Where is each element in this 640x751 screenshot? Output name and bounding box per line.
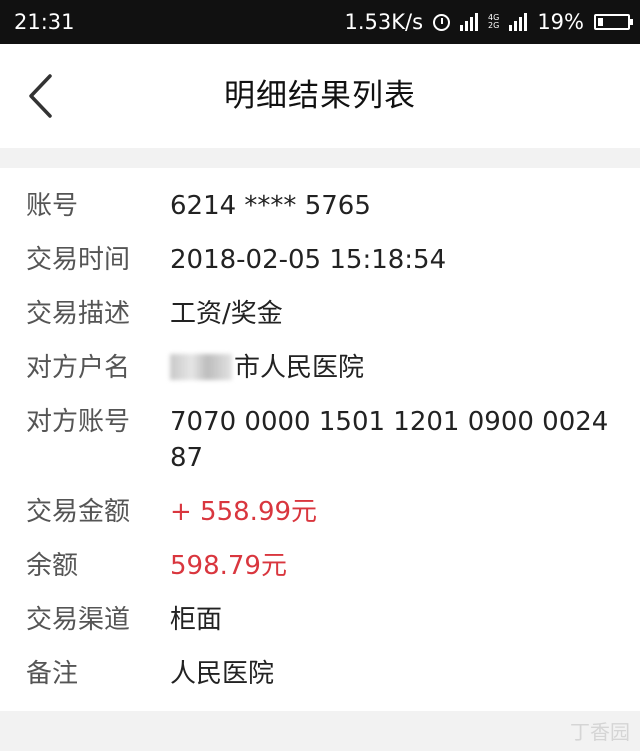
- balance-value: 598.79元: [170, 551, 287, 581]
- channel-value: 柜面: [170, 605, 223, 635]
- signal-secondary-icon: [509, 13, 528, 31]
- detail-row-amount: 交易金额 + 558.99元: [0, 494, 640, 530]
- detail-row-account: 账号 6214 **** 5765: [0, 188, 640, 224]
- time-label: 交易时间: [26, 245, 131, 275]
- channel-label: 交易渠道: [26, 605, 131, 635]
- status-bar: 21:31 1.53K/s 4G 2G 19%: [0, 0, 640, 44]
- balance-label: 余额: [26, 551, 79, 581]
- redacted-text: [170, 354, 232, 380]
- status-time: 21:31: [14, 10, 75, 34]
- counterparty-account-label: 对方账号: [26, 407, 131, 437]
- detail-row-time: 交易时间 2018-02-05 15:18:54: [0, 242, 640, 278]
- description-value: 工资/奖金: [170, 299, 283, 329]
- detail-row-channel: 交易渠道 柜面: [0, 602, 640, 638]
- counterparty-account-value: 7070 0000 1501 1201 0900 0024 87: [170, 407, 609, 473]
- network-speed: 1.53K/s: [344, 10, 424, 34]
- transaction-detail-card: 账号 6214 **** 5765 交易时间 2018-02-05 15:18:…: [0, 168, 640, 711]
- detail-row-remark: 备注 人民医院: [0, 656, 640, 692]
- alarm-icon: [433, 13, 451, 31]
- back-button[interactable]: [20, 66, 60, 126]
- navigation-bar: 明细结果列表: [0, 44, 640, 148]
- account-label: 账号: [26, 191, 79, 221]
- amount-value: + 558.99元: [170, 497, 318, 527]
- detail-row-balance: 余额 598.79元: [0, 548, 640, 584]
- remark-label: 备注: [26, 659, 79, 689]
- detail-row-counterparty-account: 对方账号 7070 0000 1501 1201 0900 0024 87: [0, 404, 640, 476]
- network-badge: 4G 2G: [488, 14, 499, 30]
- page-title: 明细结果列表: [224, 78, 416, 114]
- network-badge-bottom: 2G: [488, 21, 500, 30]
- remark-value: 人民医院: [170, 659, 275, 689]
- battery-icon: [594, 14, 633, 30]
- time-value: 2018-02-05 15:18:54: [170, 245, 447, 275]
- counterparty-name-value: 市人民医院: [234, 353, 365, 383]
- signal-icon: [460, 13, 479, 31]
- counterparty-name-value-wrap: 市人民医院: [170, 350, 610, 386]
- chevron-left-icon: [29, 74, 52, 118]
- counterparty-name-label: 对方户名: [26, 353, 131, 383]
- account-value: 6214 **** 5765: [170, 191, 371, 221]
- status-indicators: 1.53K/s 4G 2G 19%: [344, 10, 633, 34]
- detail-row-description: 交易描述 工资/奖金: [0, 296, 640, 332]
- battery-percent: 19%: [537, 10, 584, 34]
- description-label: 交易描述: [26, 299, 131, 329]
- watermark-logo: 丁香园: [570, 720, 630, 744]
- detail-row-counterparty-name: 对方户名 市人民医院: [0, 350, 640, 386]
- amount-label: 交易金额: [26, 497, 131, 527]
